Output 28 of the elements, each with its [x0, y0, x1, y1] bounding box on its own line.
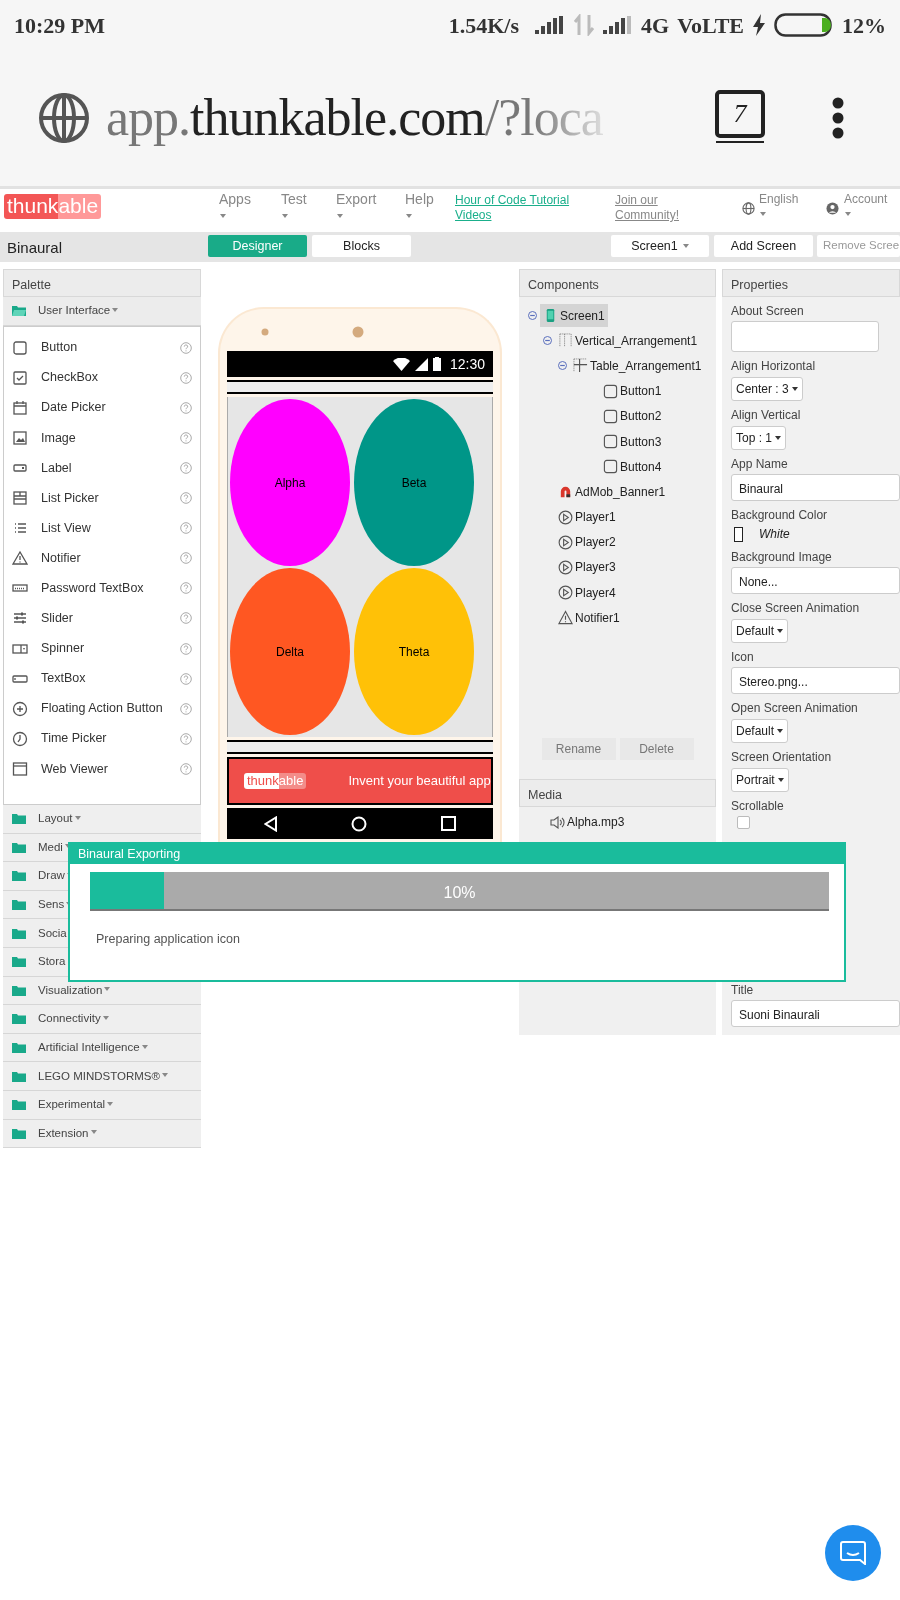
property-label: App Name	[731, 456, 789, 472]
network-speed: 1.54K/s	[448, 11, 519, 40]
phone-clock: 12:30	[449, 354, 485, 374]
property-label: Scrollable	[731, 798, 785, 814]
color-name: White	[759, 526, 790, 543]
progress-percent: 10%	[443, 883, 476, 903]
battery-percent: 12%	[842, 11, 886, 40]
property-label: Close Screen Animation	[731, 600, 861, 616]
volte-label: VoLTE	[677, 11, 744, 40]
project-name: Binaural	[7, 238, 63, 258]
panel-header: Properties	[722, 269, 900, 297]
dialog-title: Binaural Exporting	[69, 843, 845, 864]
panel-header: Components	[519, 269, 716, 297]
property-label: Open Screen Animation	[731, 700, 859, 716]
banner-text: Invent your beautiful app	[348, 772, 491, 791]
property-label: Align Horizontal	[731, 358, 817, 374]
network-type: 4G	[641, 11, 670, 40]
property-label: Screen Orientation	[731, 749, 833, 765]
property-label: Background Image	[731, 549, 833, 565]
property-label: Align Vertical	[731, 407, 802, 423]
property-label: Title	[731, 982, 755, 998]
clock-time: 10:29 PM	[14, 11, 106, 40]
property-label: About Screen	[731, 303, 805, 319]
property-label: Background Color	[731, 507, 829, 523]
property-label: Icon	[731, 649, 755, 665]
panel-header: Palette	[3, 269, 201, 297]
panel-header: Media	[519, 779, 716, 807]
status-message: Preparing application icon	[96, 931, 241, 948]
